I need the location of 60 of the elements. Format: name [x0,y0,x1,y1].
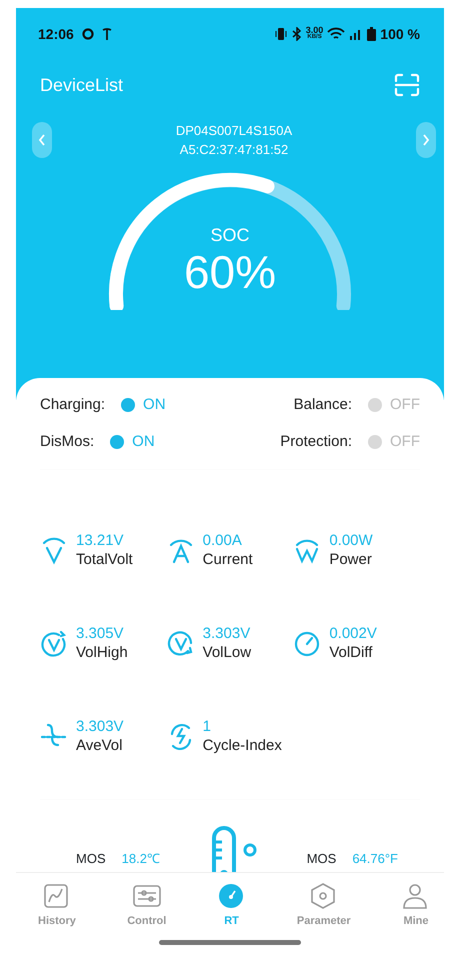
battery-level: 100 % [380,24,420,44]
chart-icon [42,883,71,909]
nav-tab[interactable]: Mine [402,883,430,930]
nav-tab[interactable]: Parameter [296,883,351,930]
next-button[interactable] [416,122,436,158]
chevron-right-icon [422,134,430,146]
sliders-icon [132,883,161,909]
nav-tab[interactable]: History [38,883,76,930]
status-time: 12:06 [38,24,74,44]
vibrate-icon [274,27,288,41]
net-speed: 3.00 [306,27,324,34]
nav-tab[interactable]: Control [127,883,166,930]
metric-value: 3.303V [202,625,252,643]
temperature-value: 64.76°F [352,850,398,868]
dashboard-icon [218,883,246,909]
soc-reading: 60% [184,249,276,295]
hexagon-icon [310,883,338,909]
gauge-icon [293,629,322,659]
metric-label: TotalVolt [76,550,133,570]
status-value: OFF [390,432,420,452]
metric-value: 3.305V [76,625,125,643]
device-mac-address: A5:C2:37:47:81:52 [178,141,290,159]
switch-label: Balance: [294,395,352,415]
metric-value: 3.303V [76,718,124,736]
scan-icon[interactable] [394,73,420,97]
previous-button[interactable] [32,122,52,158]
metric-label: Current [202,550,253,570]
person-icon [402,883,430,909]
metric-value: 1 [202,718,212,736]
temperature-label: MOS [76,850,106,868]
voltage-up-icon [40,629,68,659]
metric-label: Power [329,550,373,570]
device-name: DP04S007L4S150A [176,122,292,140]
device-list-title[interactable]: DeviceList [40,72,124,98]
status-value: ON [143,395,166,415]
switch-label: DisMos: [40,432,94,452]
metric-value: 0.002V [329,625,377,643]
temperature-value: 18.2℃ [122,850,160,868]
metric-value: 0.00A [202,532,243,550]
battery-icon [367,27,376,41]
soc-label: SOC [210,224,250,247]
switch-label: Charging: [40,395,106,415]
switch-label: Protection: [280,432,352,452]
bluetooth-icon [292,27,302,41]
status-value: OFF [390,395,420,415]
metric-label: VolLow [202,643,252,663]
volt-icon [40,536,68,566]
status-value: ON [132,432,155,452]
chevron-left-icon [38,134,46,146]
nav-tab[interactable]: RT [218,883,246,930]
metric-label: VolDiff [329,643,374,663]
metric-label: VolHigh [76,643,128,663]
antenna-icon [102,28,112,40]
temperature-label: MOS [306,850,336,868]
metric-value: 13.21V [76,532,125,550]
metric-label: Cycle-Index [202,736,282,756]
metric-value: 0.00W [329,532,373,550]
wifi-icon [327,27,346,41]
metric-label: AveVol [76,736,124,756]
circle-icon [82,28,94,40]
